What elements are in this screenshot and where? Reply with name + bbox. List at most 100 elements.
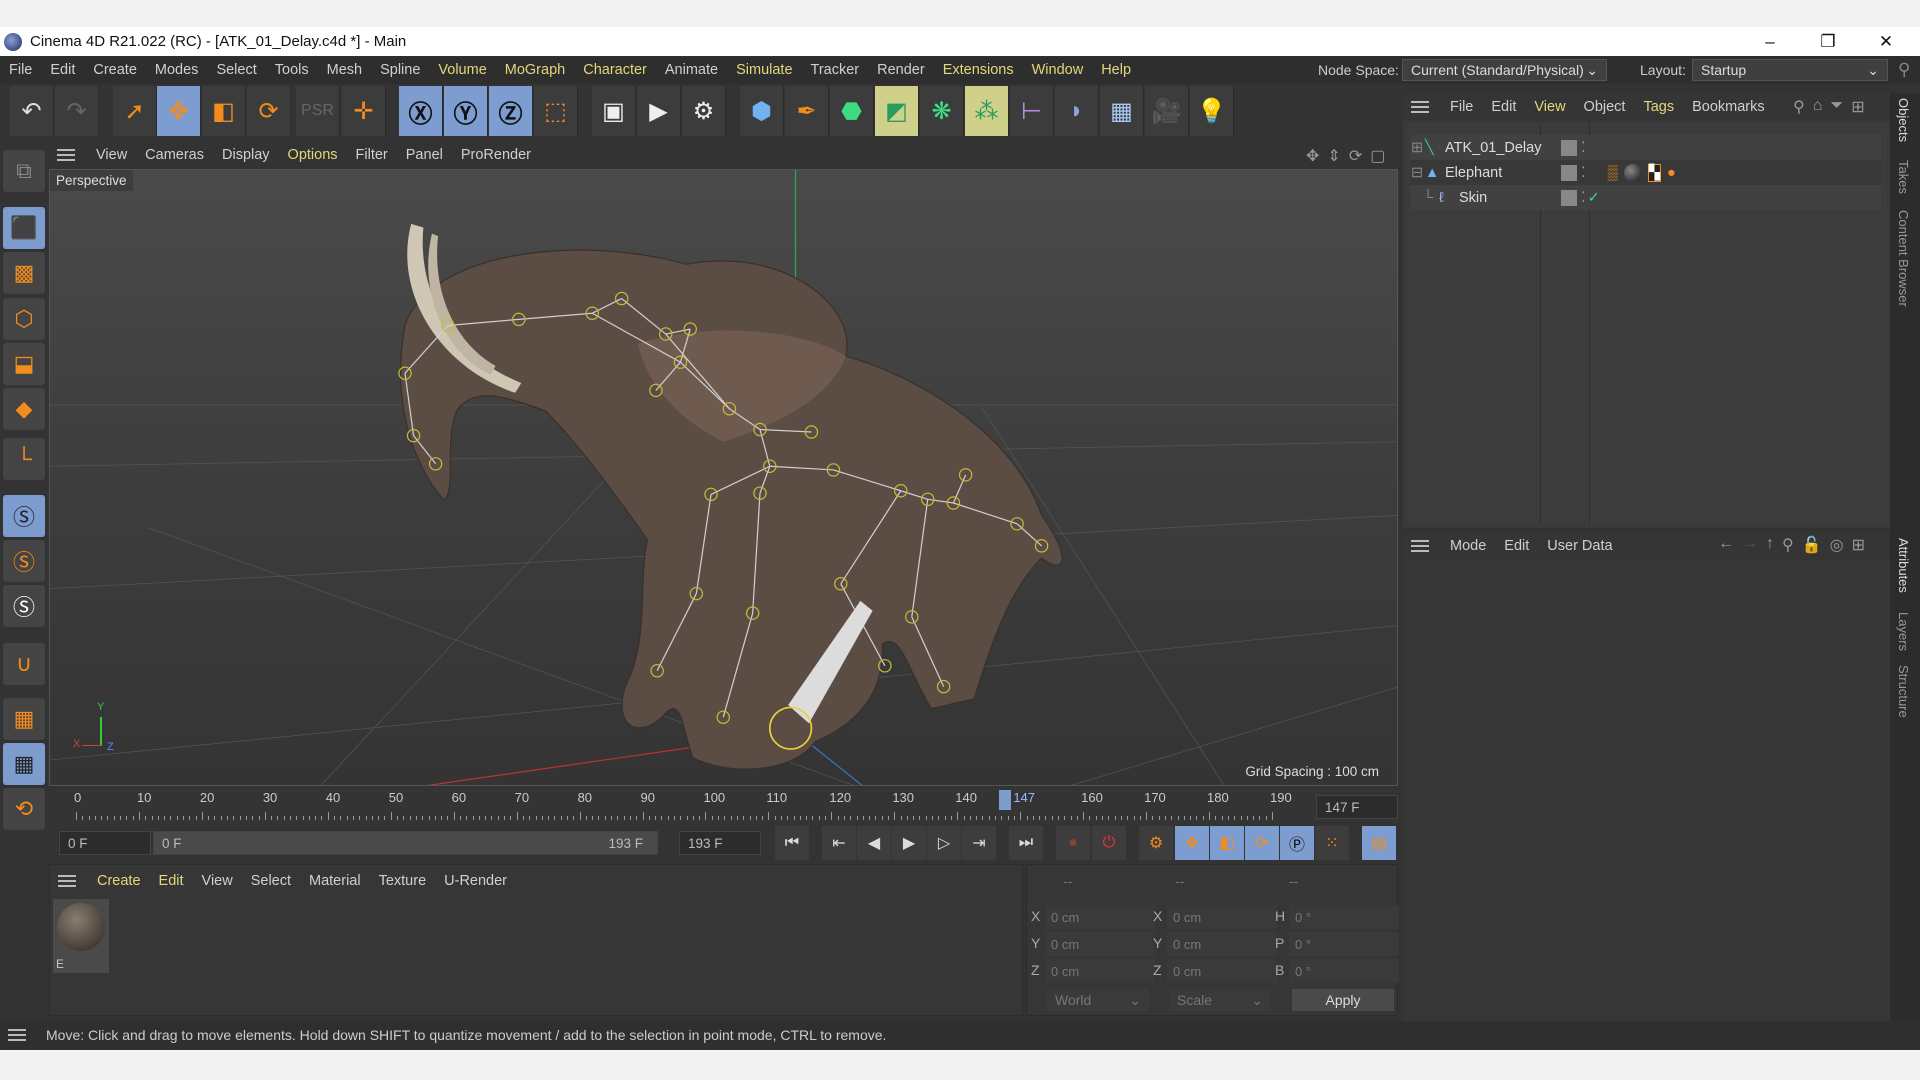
- visibility-dots-icon[interactable]: ⁚: [1581, 140, 1586, 156]
- autokey-button[interactable]: ⏻: [1092, 826, 1126, 860]
- menu-edit[interactable]: Edit: [41, 62, 84, 78]
- model-mode-button[interactable]: ⬛: [3, 207, 45, 249]
- redo-button[interactable]: ↷: [55, 86, 99, 136]
- record-disabled-button[interactable]: ●: [1056, 826, 1090, 860]
- tab-objects[interactable]: Objects: [1896, 98, 1911, 142]
- start-frame-field[interactable]: 0 F: [59, 831, 151, 855]
- filter-icon[interactable]: ⏷: [1830, 97, 1843, 117]
- menu-material[interactable]: Material: [300, 873, 370, 889]
- coord-field[interactable]: 0 °: [1289, 959, 1399, 983]
- search-icon[interactable]: ⚲: [1898, 60, 1910, 80]
- timeline-button[interactable]: ▤: [1362, 826, 1396, 860]
- menu-texture[interactable]: Texture: [370, 873, 436, 889]
- new-panel-icon[interactable]: ⊞: [1852, 535, 1865, 555]
- menu-view[interactable]: View: [87, 147, 136, 163]
- coord-field[interactable]: 0 cm: [1045, 905, 1155, 929]
- menu-edit[interactable]: Edit: [150, 873, 193, 889]
- 3d-viewport[interactable]: Perspective Grid Spacing : 100 cm Y X Z: [49, 169, 1398, 786]
- menu-file[interactable]: File: [0, 62, 41, 78]
- end-frame-field[interactable]: 193 F: [679, 831, 761, 855]
- coord-field[interactable]: 0 °: [1289, 932, 1399, 956]
- texture-mode-button[interactable]: ▩: [3, 252, 45, 294]
- search-icon[interactable]: ⚲: [1782, 535, 1794, 555]
- polygons-mode-button[interactable]: ◆: [3, 388, 45, 430]
- menu-mesh[interactable]: Mesh: [318, 62, 371, 78]
- menu-modes[interactable]: Modes: [146, 62, 208, 78]
- menu-options[interactable]: Options: [279, 147, 347, 163]
- locked-workplane-button[interactable]: ▦: [3, 743, 45, 785]
- points-mode-button[interactable]: ⬡: [3, 298, 45, 340]
- previous-frame-button[interactable]: ◀: [857, 826, 891, 860]
- floor-button[interactable]: ▦: [1100, 86, 1144, 136]
- menu-icon[interactable]: [1411, 101, 1429, 113]
- scale-tool-button[interactable]: ◧: [202, 86, 246, 136]
- record-scale-button[interactable]: ◧: [1210, 826, 1244, 860]
- light-button[interactable]: 💡: [1190, 86, 1234, 136]
- x-axis-lock-button[interactable]: Ⓧ: [399, 86, 443, 136]
- pen-button[interactable]: ✒: [785, 86, 829, 136]
- menu-icon[interactable]: [57, 149, 75, 161]
- coord-field[interactable]: 0 cm: [1167, 905, 1277, 929]
- current-frame-field[interactable]: 147 F: [1316, 795, 1398, 819]
- render-to-picture-viewer-button[interactable]: ▶: [637, 86, 681, 136]
- previous-key-button[interactable]: ⇤: [822, 826, 856, 860]
- psr-tool-button[interactable]: PSR: [296, 86, 340, 136]
- cloner-button[interactable]: ❋: [920, 86, 964, 136]
- menu-volume[interactable]: Volume: [429, 62, 495, 78]
- menu-filter[interactable]: Filter: [347, 147, 397, 163]
- coord-field[interactable]: 0 cm: [1045, 932, 1155, 956]
- y-axis-lock-button[interactable]: Ⓨ: [444, 86, 488, 136]
- keyframe-selection-button[interactable]: ⚙: [1139, 826, 1173, 860]
- menu-mograph[interactable]: MoGraph: [496, 62, 574, 78]
- axis-mode-button[interactable]: └: [3, 438, 45, 480]
- tab-content-browser[interactable]: Content Browser: [1896, 210, 1911, 307]
- pan-icon[interactable]: ✥: [1306, 146, 1319, 166]
- editor-visibility-icon[interactable]: [1561, 164, 1577, 181]
- attr-menu-user-data[interactable]: User Data: [1538, 538, 1621, 554]
- rotate-tool-button[interactable]: ⟳: [247, 86, 291, 136]
- solo-single-button[interactable]: Ⓢ: [3, 540, 45, 582]
- field-button[interactable]: ◗: [1055, 86, 1099, 136]
- mograph-button[interactable]: ⁂: [965, 86, 1009, 136]
- object-row[interactable]: └ ℓ Skin ⁚ ✓: [1411, 185, 1881, 210]
- minimize-button[interactable]: –: [1747, 27, 1793, 56]
- tab-layers[interactable]: Layers: [1896, 612, 1911, 651]
- camera-button[interactable]: 🎥: [1145, 86, 1189, 136]
- visibility-dots-icon[interactable]: ⁚: [1581, 190, 1586, 206]
- new-panel-icon[interactable]: ⊞: [1851, 97, 1864, 117]
- move-tool-button[interactable]: ✥: [157, 86, 201, 136]
- menu-window[interactable]: Window: [1023, 62, 1093, 78]
- menu-edit[interactable]: Edit: [1482, 99, 1525, 115]
- menu-animate[interactable]: Animate: [656, 62, 727, 78]
- menu-tools[interactable]: Tools: [266, 62, 318, 78]
- attr-menu-edit[interactable]: Edit: [1495, 538, 1538, 554]
- solo-hierarchy-button[interactable]: Ⓢ: [3, 585, 45, 627]
- menu-file[interactable]: File: [1441, 99, 1482, 115]
- transform-tool-button[interactable]: ✛: [342, 86, 386, 136]
- menu-view[interactable]: View: [193, 873, 242, 889]
- z-axis-lock-button[interactable]: Ⓩ: [489, 86, 533, 136]
- workplane-button[interactable]: ▦: [3, 698, 45, 740]
- close-button[interactable]: ✕: [1863, 27, 1909, 56]
- menu-select[interactable]: Select: [242, 873, 300, 889]
- solo-off-button[interactable]: Ⓢ: [3, 495, 45, 537]
- search-icon[interactable]: ⚲: [1793, 97, 1805, 117]
- deformer-button[interactable]: ⊢: [1010, 86, 1054, 136]
- uvw-tag-icon[interactable]: ▚: [1647, 163, 1662, 182]
- tab-attributes[interactable]: Attributes: [1896, 538, 1911, 593]
- make-editable-button[interactable]: ⧉: [3, 150, 45, 192]
- planar-workplane-button[interactable]: ⟲: [3, 788, 45, 830]
- coord-field[interactable]: 0 °: [1289, 905, 1399, 929]
- editor-visibility-icon[interactable]: [1561, 139, 1577, 156]
- menu-prorender[interactable]: ProRender: [452, 147, 540, 163]
- menu-render[interactable]: Render: [868, 62, 934, 78]
- menu-simulate[interactable]: Simulate: [727, 62, 801, 78]
- dolly-icon[interactable]: ⇕: [1327, 146, 1340, 166]
- object-row[interactable]: ⊟ ▲ Elephant ⁚ ▒ ▚ ●: [1411, 160, 1881, 185]
- next-key-button[interactable]: ⇥: [962, 826, 996, 860]
- timeline-ruler[interactable]: 0 10 20 30 40 50 60 70 80 90 100 110 120 130 140 160 170…: [49, 788, 1398, 822]
- menu-tracker[interactable]: Tracker: [802, 62, 869, 78]
- menu-icon[interactable]: [58, 875, 76, 887]
- record-point-level-button[interactable]: ⁙: [1315, 826, 1349, 860]
- frame-range-slider[interactable]: 0 F 193 F: [153, 831, 658, 855]
